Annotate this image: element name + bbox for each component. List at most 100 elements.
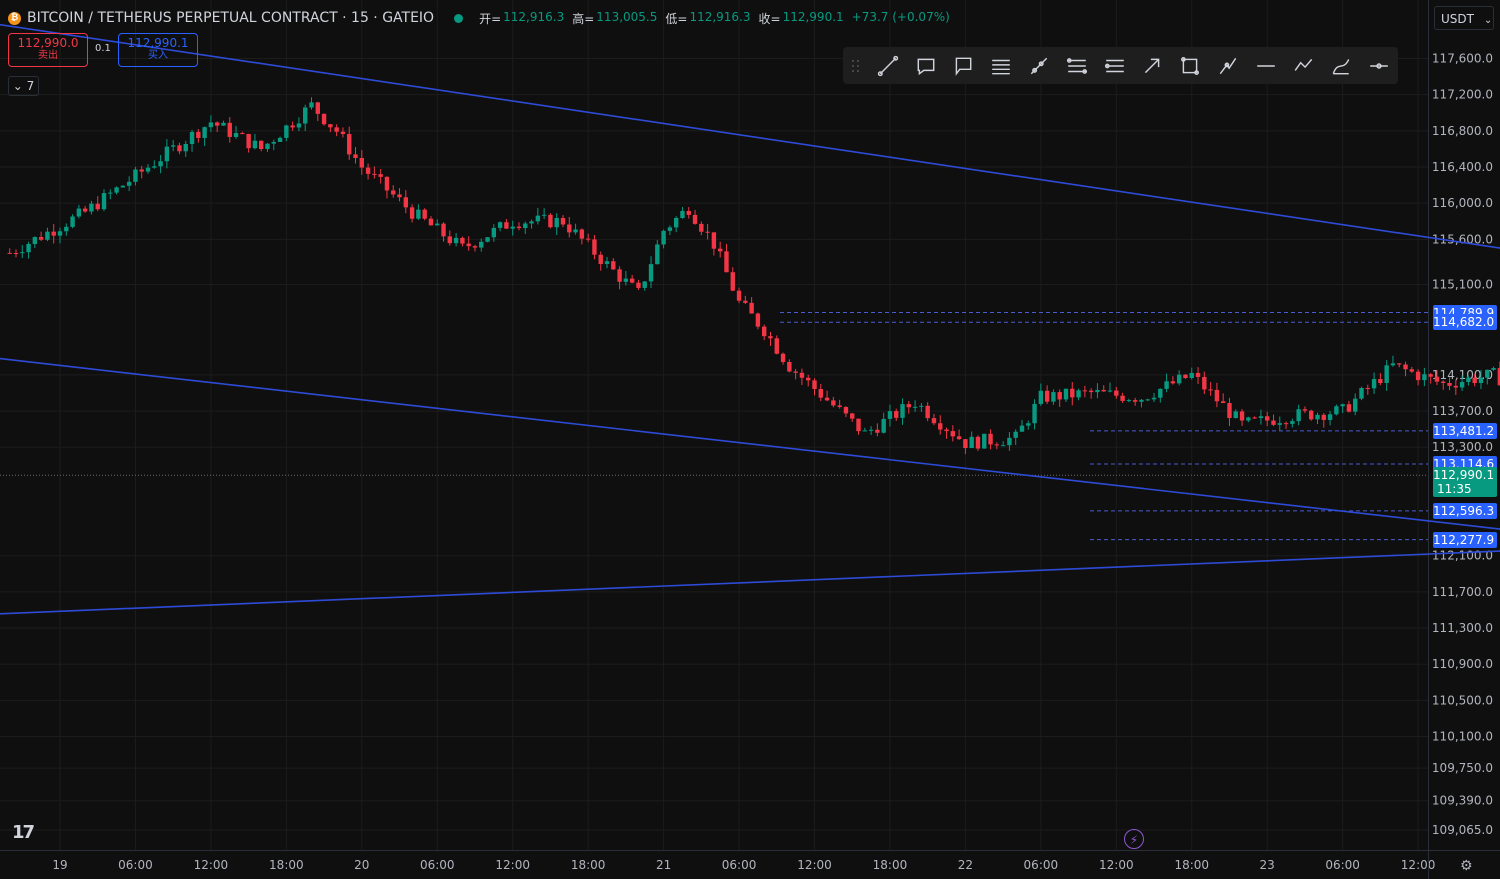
candle-body bbox=[598, 254, 603, 264]
y-axis-tick-label: 113,300.0 bbox=[1432, 440, 1493, 454]
candle bbox=[1277, 416, 1282, 431]
tradingview-logo-icon[interactable]: 17 bbox=[12, 822, 35, 843]
high-label: 高= bbox=[572, 11, 595, 26]
candle bbox=[422, 208, 427, 221]
candle bbox=[604, 256, 610, 269]
y-axis-tick-label: 109,065.0 bbox=[1432, 823, 1493, 837]
candle bbox=[881, 412, 886, 434]
callout-icon bbox=[917, 58, 935, 75]
drag-handle-icon[interactable] bbox=[849, 57, 863, 75]
candle-body bbox=[887, 411, 893, 419]
indicators-toggle-button[interactable]: ⌄ 7 bbox=[8, 76, 39, 96]
candle bbox=[51, 224, 56, 244]
candle bbox=[70, 214, 75, 229]
candle bbox=[435, 219, 440, 226]
candle bbox=[1032, 399, 1037, 430]
comment-icon bbox=[956, 57, 972, 76]
candle bbox=[762, 324, 767, 341]
gear-icon[interactable]: ⚙ bbox=[1460, 858, 1473, 874]
currency-select[interactable]: USDT ⌄ bbox=[1434, 6, 1494, 30]
candle-body bbox=[793, 371, 798, 373]
candle bbox=[793, 368, 798, 380]
candle-body bbox=[13, 253, 19, 255]
candle bbox=[497, 221, 503, 232]
candle-body bbox=[391, 190, 396, 195]
tool-flat-channel-button[interactable] bbox=[1096, 47, 1134, 84]
candle-body bbox=[26, 243, 31, 253]
candle-body bbox=[554, 218, 559, 228]
candle-body bbox=[1353, 398, 1358, 412]
candle-body bbox=[321, 113, 327, 125]
candle bbox=[453, 233, 459, 247]
candle-body bbox=[271, 141, 276, 144]
candle bbox=[340, 127, 346, 138]
lightning-icon[interactable]: ⚡ bbox=[1124, 829, 1144, 849]
y-axis-tick-label: 110,900.0 bbox=[1432, 657, 1493, 671]
candle-body bbox=[183, 143, 188, 152]
tool-parallel-channel-button[interactable] bbox=[1058, 47, 1096, 84]
candle-body bbox=[705, 231, 710, 233]
close-label: 收= bbox=[758, 11, 781, 26]
candle-body bbox=[856, 418, 861, 432]
candle bbox=[894, 408, 899, 421]
candle-body bbox=[1239, 411, 1245, 421]
candle bbox=[1214, 382, 1220, 408]
candle-body bbox=[1334, 406, 1339, 415]
candle-body bbox=[372, 173, 377, 175]
candle-body bbox=[1220, 401, 1226, 404]
buy-button[interactable]: 112,990.1 买入 bbox=[118, 33, 198, 67]
candle bbox=[152, 160, 157, 169]
trendline-upper-descending bbox=[0, 23, 1500, 249]
candle-body bbox=[655, 244, 660, 265]
chart-canvas[interactable]: 19 06:00 12:00 18:00 20 06:00 12:00 18:00 21 06:0… bbox=[0, 0, 1500, 879]
candle bbox=[372, 166, 377, 179]
tool-curve-button[interactable] bbox=[1322, 47, 1360, 84]
ray-icon bbox=[1030, 57, 1048, 74]
candle-body bbox=[284, 125, 289, 138]
candle-body bbox=[259, 140, 264, 150]
tool-arrow-button[interactable] bbox=[1134, 47, 1172, 84]
candle bbox=[1101, 385, 1106, 392]
candle bbox=[755, 312, 761, 330]
candle bbox=[938, 415, 943, 435]
candle-body bbox=[101, 193, 107, 210]
sell-button[interactable]: 112,990.0 卖出 bbox=[8, 33, 88, 67]
candle-body bbox=[560, 218, 566, 225]
tool-rectangle-button[interactable] bbox=[1171, 47, 1209, 84]
tool-horizontal-lines-button[interactable] bbox=[982, 47, 1020, 84]
candle-body bbox=[541, 214, 547, 216]
candle bbox=[724, 243, 729, 273]
candle bbox=[1095, 383, 1100, 399]
candle-body bbox=[1296, 409, 1301, 422]
candle bbox=[824, 390, 830, 402]
tool-range-button[interactable] bbox=[1360, 47, 1398, 84]
x-axis-tick-label: 12:00 bbox=[495, 858, 530, 872]
tool-path-button[interactable] bbox=[1209, 47, 1247, 84]
tool-callout-button[interactable] bbox=[907, 47, 945, 84]
candle-body bbox=[762, 326, 767, 337]
candle bbox=[629, 274, 635, 284]
tool-comment-button[interactable] bbox=[945, 47, 983, 84]
candle-body bbox=[296, 123, 302, 128]
candle-body bbox=[806, 377, 811, 381]
candle bbox=[365, 163, 371, 180]
tool-horizontal-line-button[interactable] bbox=[1247, 47, 1285, 84]
candle bbox=[780, 352, 786, 365]
candle-body bbox=[491, 227, 497, 238]
tool-polyline-button[interactable] bbox=[1285, 47, 1323, 84]
candle-body bbox=[1063, 388, 1069, 400]
open-value: 112,916.3 bbox=[503, 9, 565, 24]
candle-body bbox=[64, 226, 69, 232]
candle bbox=[290, 121, 295, 131]
candle-body bbox=[1434, 376, 1440, 382]
tool-trend-line-button[interactable] bbox=[869, 47, 907, 84]
symbol-title[interactable]: BITCOIN / TETHERUS PERPETUAL CONTRACT · … bbox=[27, 10, 434, 26]
candle bbox=[1082, 385, 1088, 398]
candle-body bbox=[453, 237, 459, 244]
candle-body bbox=[7, 252, 12, 254]
spread-value: 0.1 bbox=[95, 43, 111, 54]
tool-ray-button[interactable] bbox=[1020, 47, 1058, 84]
candle-body bbox=[1082, 390, 1088, 392]
candle bbox=[673, 216, 679, 233]
candle-body bbox=[196, 131, 201, 138]
